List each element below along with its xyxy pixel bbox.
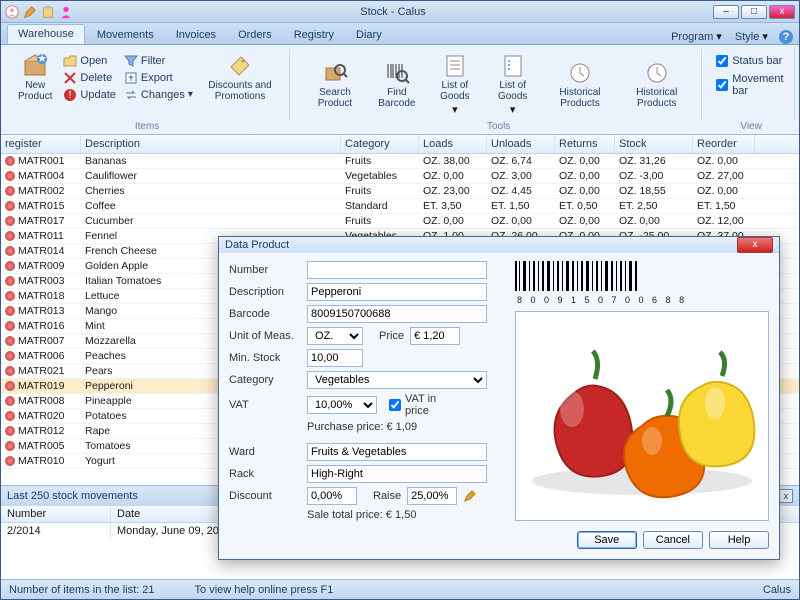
sale-price-label: Sale total price: € 1,50 [229, 509, 505, 521]
find-barcode-button[interactable]: Find Barcode [370, 58, 424, 111]
purchase-price-label: Purchase price: € 1,09 [229, 421, 505, 433]
qat-user-icon[interactable] [59, 5, 73, 19]
close-button[interactable]: x [769, 5, 795, 19]
row-icon [5, 246, 15, 256]
movementbar-checkbox[interactable]: Movement bar [716, 73, 786, 97]
row-icon [5, 201, 15, 211]
table-row[interactable]: MATR004CauliflowerVegetablesOZ. 0,00OZ. … [1, 169, 799, 184]
data-product-dialog: Data Product x Number Description Barcod… [218, 236, 780, 560]
discounts-button[interactable]: Discounts and Promotions [199, 51, 281, 104]
uom-select[interactable]: OZ. [307, 327, 363, 345]
delete-button[interactable]: Delete [61, 70, 117, 86]
table-row[interactable]: MATR015CoffeeStandardET. 3,50ET. 1,50ET.… [1, 199, 799, 214]
app-icon [5, 5, 19, 19]
rack-field[interactable] [307, 465, 487, 483]
table-row[interactable]: MATR002CherriesFruitsOZ. 23,00OZ. 4,45OZ… [1, 184, 799, 199]
group-view-label: View [708, 121, 794, 132]
qat-edit-icon[interactable] [23, 5, 37, 19]
open-button[interactable]: Open [61, 53, 117, 69]
ribbon: ★ New Product Open Delete !Update Filter… [1, 45, 799, 135]
row-icon [5, 276, 15, 286]
tab-registry[interactable]: Registry [284, 26, 344, 44]
barcode-field[interactable] [307, 305, 487, 323]
save-button[interactable]: Save [577, 531, 637, 549]
row-icon [5, 186, 15, 196]
help-button[interactable]: Help [709, 531, 769, 549]
search-product-button[interactable]: Search Product [304, 58, 366, 111]
row-icon [5, 156, 15, 166]
list-goods2-button[interactable]: List of Goods ▾ [486, 51, 540, 118]
filter-button[interactable]: Filter [122, 53, 195, 69]
minstock-field[interactable] [307, 349, 363, 367]
barcode-display: 8 0 0 9 1 5 0 7 0 0 6 8 8 [515, 261, 769, 305]
table-row[interactable]: MATR017CucumberFruitsOZ. 0,00OZ. 0,00OZ.… [1, 214, 799, 229]
row-icon [5, 351, 15, 361]
row-icon [5, 366, 15, 376]
hist-products-button[interactable]: Historical Products [544, 58, 617, 111]
row-icon [5, 231, 15, 241]
row-icon [5, 306, 15, 316]
svg-text:★: ★ [37, 53, 47, 65]
list-goods-button[interactable]: List of Goods ▾ [428, 51, 482, 118]
help-icon[interactable]: ? [779, 30, 793, 44]
row-icon [5, 411, 15, 421]
new-product-button[interactable]: ★ New Product [13, 51, 57, 104]
movements-close-icon[interactable]: x [779, 489, 793, 503]
svg-text:!: ! [69, 89, 72, 101]
edit-raise-icon[interactable] [463, 489, 477, 503]
row-icon [5, 381, 15, 391]
menu-style[interactable]: Style [735, 31, 759, 43]
group-tools-label: Tools [296, 121, 701, 132]
group-items-label: Items [5, 121, 289, 132]
row-icon [5, 321, 15, 331]
tab-orders[interactable]: Orders [228, 26, 282, 44]
row-icon [5, 291, 15, 301]
vat-in-price-checkbox[interactable]: VAT in price [389, 393, 461, 417]
qat-paste-icon[interactable] [41, 5, 55, 19]
tab-diary[interactable]: Diary [346, 26, 392, 44]
status-help: To view help online press F1 [195, 584, 334, 596]
ribbon-tabs: Warehouse Movements Invoices Orders Regi… [1, 23, 799, 45]
window-title: Stock - Calus [73, 6, 713, 18]
row-icon [5, 396, 15, 406]
product-image [515, 311, 769, 521]
discount-field[interactable] [307, 487, 357, 505]
row-icon [5, 441, 15, 451]
tab-warehouse[interactable]: Warehouse [7, 24, 85, 44]
update-button[interactable]: !Update [61, 87, 117, 103]
status-bar: Number of items in the list: 21 To view … [1, 579, 799, 599]
maximize-button[interactable]: □ [741, 5, 767, 19]
status-brand: Calus [763, 584, 791, 596]
category-select[interactable]: Vegetables [307, 371, 487, 389]
number-field[interactable] [307, 261, 487, 279]
tab-movements[interactable]: Movements [87, 26, 164, 44]
status-count: Number of items in the list: 21 [9, 584, 155, 596]
raise-field[interactable] [407, 487, 457, 505]
movements-title: Last 250 stock movements [7, 490, 138, 502]
hist-products2-button[interactable]: Historical Products [620, 58, 693, 111]
export-button[interactable]: Export [122, 70, 195, 86]
price-field[interactable] [410, 327, 460, 345]
row-icon [5, 216, 15, 226]
row-icon [5, 171, 15, 181]
minimize-button[interactable]: – [713, 5, 739, 19]
grid-header: registerDescriptionCategoryLoadsUnloadsR… [1, 135, 799, 154]
description-field[interactable] [307, 283, 487, 301]
cancel-button[interactable]: Cancel [643, 531, 703, 549]
dialog-title: Data Product [225, 239, 737, 251]
dialog-close-button[interactable]: x [737, 237, 773, 253]
row-icon [5, 456, 15, 466]
row-icon [5, 426, 15, 436]
vat-select[interactable]: 10,00% [307, 396, 377, 414]
row-icon [5, 336, 15, 346]
table-row[interactable]: MATR001BananasFruitsOZ. 38,00OZ. 6,74OZ.… [1, 154, 799, 169]
row-icon [5, 261, 15, 271]
tab-invoices[interactable]: Invoices [166, 26, 226, 44]
titlebar: Stock - Calus – □ x [1, 1, 799, 23]
statusbar-checkbox[interactable]: Status bar [716, 55, 786, 67]
ward-field[interactable] [307, 443, 487, 461]
menu-program[interactable]: Program [671, 31, 713, 43]
changes-button[interactable]: Changes ▾ [122, 87, 195, 103]
